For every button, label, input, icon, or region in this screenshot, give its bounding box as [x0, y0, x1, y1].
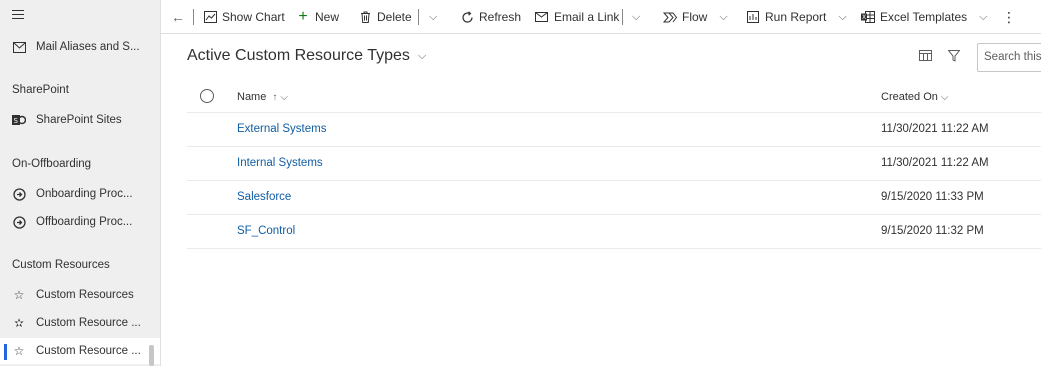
email-more-chevron-icon[interactable]: ⌵ [632, 0, 640, 34]
sidebar-item-custom-resource-types[interactable]: ☆ Custom Resource ... [0, 338, 160, 364]
star-gear-icon: ✫ [13, 316, 25, 330]
chevron-down-icon: ⌵ [417, 49, 427, 62]
row-name-link[interactable]: SF_Control [237, 225, 295, 237]
show-chart-label: Show Chart [222, 10, 285, 24]
column-label: Created On [881, 91, 938, 103]
sidebar-item-label: Custom Resources [36, 289, 134, 301]
excel-icon: X [861, 10, 875, 24]
group-header-sharepoint: SharePoint [12, 84, 69, 96]
chart-icon [203, 10, 217, 24]
search-input[interactable]: Search this view [977, 43, 1041, 72]
group-header-custom-resources: Custom Resources [12, 259, 110, 271]
sidebar-item-offboarding-processes[interactable]: Offboarding Proc... [0, 209, 160, 235]
column-label: Name [237, 91, 267, 103]
filter-icon[interactable] [946, 48, 962, 64]
row-created-on: 9/15/2020 11:33 PM [881, 191, 984, 203]
row-created-on: 9/15/2020 11:32 PM [881, 225, 984, 237]
sidebar-item-label: Offboarding Proc... [36, 216, 133, 228]
sidebar-item-label: SharePoint Sites [36, 114, 122, 126]
sidebar-item-onboarding-processes[interactable]: Onboarding Proc... [0, 181, 160, 207]
divider [193, 9, 194, 25]
chevron-down-icon: ⌵ [940, 91, 949, 103]
sidebar-item-label: Custom Resource ... [36, 345, 141, 357]
row-name-link[interactable]: Salesforce [237, 191, 291, 203]
sidebar-item-label: Custom Resource ... [36, 317, 141, 329]
table-row[interactable]: Internal Systems 11/30/2021 11:22 AM [187, 147, 1041, 181]
refresh-label: Refresh [479, 10, 522, 24]
mail-icon [12, 40, 26, 54]
show-chart-button[interactable]: Show Chart [203, 0, 285, 34]
back-arrow-icon: ← [171, 9, 185, 25]
flow-button[interactable]: Flow ⌵ [663, 0, 728, 34]
refresh-icon [460, 10, 474, 24]
column-header-created-on[interactable]: Created On ⌵ [881, 91, 948, 103]
row-created-on: 11/30/2021 11:22 AM [881, 157, 989, 169]
divider [418, 9, 419, 25]
sidebar: Mail Aliases and S... SharePoint S Share… [0, 0, 161, 366]
excel-templates-button[interactable]: X Excel Templates ⌵ [861, 0, 988, 34]
sidebar-item-custom-resource-settings[interactable]: ✫ Custom Resource ... [0, 310, 160, 336]
select-all-radio[interactable] [200, 89, 214, 103]
new-label: New [315, 10, 340, 24]
more-vertical-icon: ⋮ [1002, 8, 1016, 25]
run-report-button[interactable]: Run Report ⌵ [746, 0, 847, 34]
row-name-link[interactable]: External Systems [237, 123, 326, 135]
process-icon [12, 215, 26, 229]
refresh-button[interactable]: Refresh [460, 0, 521, 34]
sidebar-item-sharepoint-sites[interactable]: S SharePoint Sites [0, 107, 160, 133]
row-name-link[interactable]: Internal Systems [237, 157, 323, 169]
new-button[interactable]: + New [296, 0, 339, 34]
search-placeholder: Search this view [984, 51, 1041, 63]
svg-text:S: S [14, 117, 19, 125]
sidebar-item-label: Onboarding Proc... [36, 188, 133, 200]
chevron-down-icon: ⌵ [719, 10, 728, 23]
more-commands-button[interactable]: ⋮ [1002, 0, 1016, 34]
column-header-name[interactable]: Name ↑ ⌵ [237, 91, 288, 103]
table-row[interactable]: SF_Control 9/15/2020 11:32 PM [187, 215, 1041, 249]
sidebar-item-label: Mail Aliases and S... [36, 41, 140, 53]
svg-text:X: X [862, 14, 866, 21]
excel-templates-label: Excel Templates [880, 10, 968, 24]
flow-label: Flow [682, 10, 708, 24]
back-button[interactable]: ← [171, 0, 185, 34]
delete-label: Delete [377, 10, 412, 24]
trash-icon [358, 10, 372, 24]
email-link-icon [535, 10, 549, 24]
chevron-down-icon: ⌵ [838, 10, 847, 23]
divider [622, 9, 623, 25]
report-icon [746, 10, 760, 24]
delete-more-chevron-icon[interactable]: ⌵ [429, 0, 437, 34]
hamburger-menu-icon[interactable] [12, 10, 28, 24]
view-selector[interactable]: Active Custom Resource Types ⌵ [187, 47, 426, 65]
process-icon [12, 187, 26, 201]
chevron-down-icon: ⌵ [280, 91, 288, 103]
sidebar-scrollbar[interactable] [149, 345, 154, 366]
edit-columns-icon[interactable] [918, 48, 934, 64]
delete-button[interactable]: Delete [358, 0, 412, 34]
sort-ascending-icon: ↑ [272, 91, 278, 103]
email-link-label: Email a Link [554, 10, 620, 24]
table-row[interactable]: External Systems 11/30/2021 11:22 AM [187, 113, 1041, 147]
table-row[interactable]: Salesforce 9/15/2020 11:33 PM [187, 181, 1041, 215]
plus-icon: + [298, 8, 308, 25]
chevron-down-icon: ⌵ [979, 10, 988, 23]
flow-icon [663, 10, 677, 24]
row-created-on: 11/30/2021 11:22 AM [881, 123, 989, 135]
group-header-on-offboarding: On-Offboarding [12, 158, 92, 170]
sidebar-item-custom-resources[interactable]: ☆ Custom Resources [0, 282, 160, 308]
star-icon: ☆ [13, 344, 25, 358]
run-report-label: Run Report [765, 10, 827, 24]
email-link-button[interactable]: Email a Link [535, 0, 619, 34]
star-icon: ☆ [13, 288, 25, 302]
sharepoint-icon: S [12, 113, 26, 127]
view-title: Active Custom Resource Types [187, 47, 410, 64]
sidebar-item-mail-aliases[interactable]: Mail Aliases and S... [0, 34, 160, 60]
command-bar: ← Show Chart + New Delete ⌵ Refresh Emai… [161, 0, 1041, 34]
